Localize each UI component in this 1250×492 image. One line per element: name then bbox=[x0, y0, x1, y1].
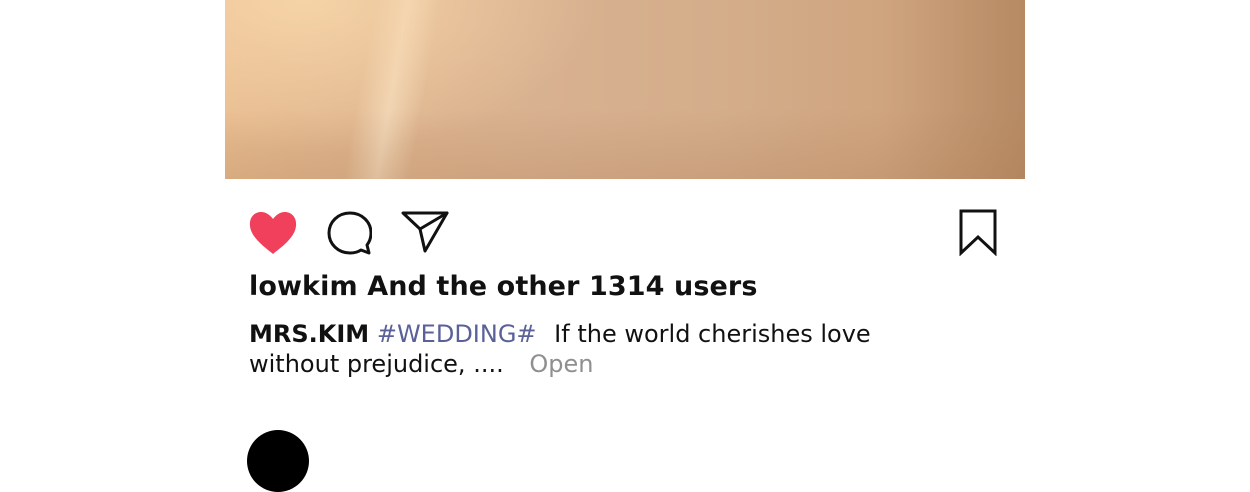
comment-icon[interactable] bbox=[326, 210, 372, 256]
bookmark-icon[interactable] bbox=[958, 208, 998, 256]
avatar[interactable] bbox=[247, 430, 309, 492]
caption-open-link[interactable]: Open bbox=[529, 350, 593, 378]
share-send-icon[interactable] bbox=[401, 210, 449, 254]
like-heart-icon[interactable] bbox=[248, 210, 298, 256]
post-caption: MRS.KIM #WEDDING# If the world cherishes… bbox=[249, 319, 949, 379]
likes-summary[interactable]: lowkim And the other 1314 users bbox=[249, 271, 758, 302]
post-image[interactable] bbox=[225, 0, 1025, 179]
caption-hashtag[interactable]: #WEDDING# bbox=[377, 320, 537, 348]
caption-username[interactable]: MRS.KIM bbox=[249, 320, 369, 348]
